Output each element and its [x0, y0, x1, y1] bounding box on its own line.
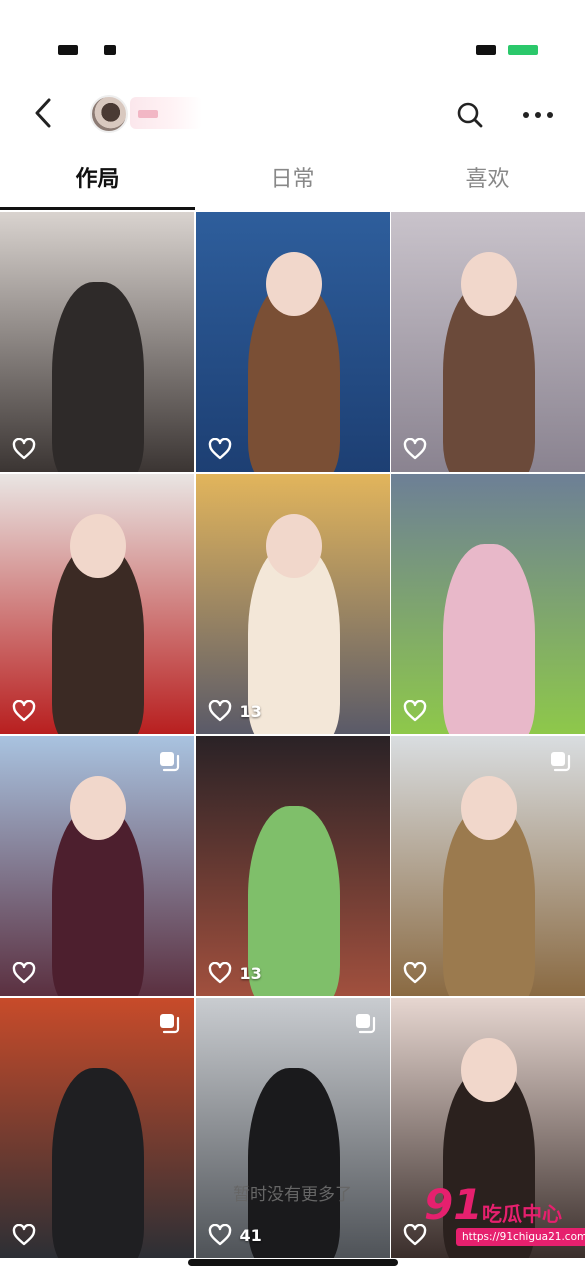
post-subject — [443, 544, 535, 734]
like-counter — [12, 438, 44, 460]
username-blurred — [130, 97, 202, 129]
multi-image-badge — [158, 750, 180, 772]
content-tabs: 作局 日常 喜欢 — [0, 160, 585, 212]
post-subject-face — [461, 776, 517, 840]
back-button[interactable] — [26, 93, 60, 133]
post-subject-face — [461, 252, 517, 316]
post-thumbnail[interactable] — [0, 998, 194, 1258]
watermark-logo: 91 吃瓜中心 https://91chigua21.com — [420, 1180, 585, 1250]
search-button[interactable] — [452, 97, 488, 133]
heart-icon — [12, 962, 36, 984]
post-thumbnail[interactable]: 41 — [195, 998, 390, 1258]
multi-image-badge — [549, 750, 571, 772]
more-dot — [535, 112, 541, 118]
more-horizontal-icon — [523, 112, 529, 118]
more-button[interactable] — [516, 97, 560, 133]
post-subject-face — [70, 776, 126, 840]
multi-image-icon — [160, 752, 180, 772]
battery-icon — [508, 45, 538, 55]
post-thumbnail[interactable]: 13 — [195, 736, 390, 996]
post-grid: 13 13 41 — [0, 212, 585, 1258]
multi-image-badge — [354, 1012, 376, 1034]
like-counter — [12, 962, 44, 984]
heart-icon — [208, 1224, 231, 1246]
like-counter — [12, 1224, 44, 1246]
like-counter — [403, 700, 435, 722]
like-count: 13 — [239, 963, 262, 983]
profile-header — [0, 85, 585, 145]
tab-daily[interactable]: 日常 — [195, 160, 390, 212]
multi-image-icon — [355, 1014, 375, 1034]
post-subject-face — [70, 514, 126, 578]
post-thumbnail[interactable] — [0, 474, 194, 734]
post-thumbnail[interactable]: 13 — [195, 474, 390, 734]
signal-icon — [476, 45, 496, 55]
watermark-number: 91 — [424, 1180, 483, 1229]
heart-icon — [12, 1224, 36, 1246]
heart-icon — [208, 700, 231, 722]
like-counter: 13 — [208, 962, 262, 984]
chevron-left-icon — [35, 98, 51, 128]
post-subject — [52, 282, 144, 472]
post-subject-face — [265, 514, 322, 578]
post-subject-face — [461, 1038, 517, 1102]
status-bar — [0, 0, 585, 80]
post-subject-face — [265, 252, 322, 316]
like-counter: 13 — [208, 700, 262, 722]
status-time-block — [58, 45, 78, 55]
post-thumbnail[interactable] — [0, 736, 194, 996]
post-thumbnail[interactable] — [391, 212, 585, 472]
post-subject — [52, 1068, 144, 1258]
watermark-title: 吃瓜中心 — [482, 1202, 562, 1226]
like-counter — [12, 700, 44, 722]
more-dot — [547, 112, 553, 118]
avatar[interactable] — [90, 95, 128, 133]
heart-icon — [208, 438, 231, 460]
tab-works[interactable]: 作局 — [0, 160, 195, 212]
post-thumbnail[interactable] — [0, 212, 194, 472]
home-indicator[interactable] — [188, 1259, 398, 1266]
status-time-block-2 — [104, 45, 116, 55]
post-thumbnail[interactable] — [391, 474, 585, 734]
heart-icon — [12, 700, 36, 722]
post-thumbnail[interactable] — [195, 212, 390, 472]
multi-image-icon — [551, 752, 571, 772]
heart-icon — [12, 438, 36, 460]
watermark-url: https://91chigua21.com — [456, 1228, 585, 1246]
like-counter — [208, 438, 240, 460]
heart-icon — [403, 438, 427, 460]
like-counter — [403, 438, 435, 460]
like-counter — [403, 962, 435, 984]
search-icon — [457, 102, 483, 128]
heart-icon — [208, 962, 231, 984]
active-tab-indicator — [0, 207, 195, 210]
multi-image-badge — [158, 1012, 180, 1034]
multi-image-icon — [160, 1014, 180, 1034]
like-counter: 41 — [208, 1224, 262, 1246]
post-thumbnail[interactable] — [391, 736, 585, 996]
tab-likes[interactable]: 喜欢 — [390, 160, 585, 212]
like-count: 13 — [239, 701, 262, 721]
like-count: 41 — [239, 1225, 262, 1245]
heart-icon — [403, 962, 427, 984]
heart-icon — [403, 700, 427, 722]
